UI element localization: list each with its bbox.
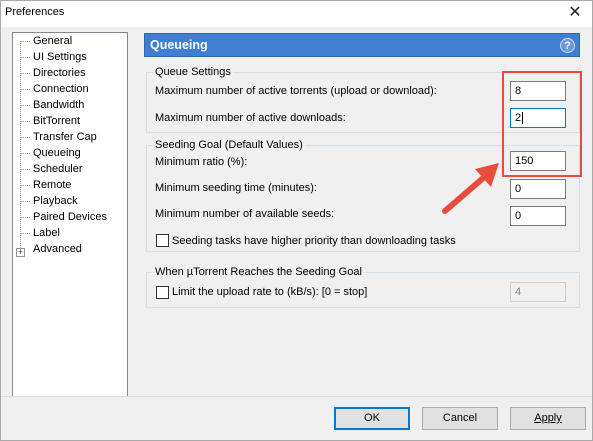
limit-upload-checkbox[interactable] [156, 286, 169, 299]
highlight-box [502, 71, 582, 177]
max-active-downloads-label: Maximum number of active downloads: [155, 112, 346, 124]
tree-connector [21, 233, 30, 234]
limit-upload-label[interactable]: Limit the upload rate to (kB/s): [0 = st… [172, 286, 367, 298]
min-ratio-label: Minimum ratio (%): [155, 156, 248, 168]
window-title: Preferences [5, 6, 65, 18]
sidebar-item-bandwidth[interactable]: Bandwidth [32, 98, 85, 113]
tree-connector [21, 121, 30, 122]
sidebar-item-label[interactable]: Label [32, 226, 61, 241]
close-icon[interactable]: ✕ [564, 2, 586, 24]
priority-checkbox[interactable] [156, 234, 169, 247]
tree-connector [21, 201, 30, 202]
reached-goal-legend: When µTorrent Reaches the Seeding Goal [153, 266, 364, 278]
sidebar-item-directories[interactable]: Directories [32, 66, 87, 81]
sidebar-item-paired-devices[interactable]: Paired Devices [32, 210, 108, 225]
apply-button[interactable]: Apply [510, 407, 586, 430]
tree-connector [21, 153, 30, 154]
limit-upload-input[interactable]: 4 [510, 282, 566, 302]
tree-connector [21, 185, 30, 186]
queue-settings-legend: Queue Settings [153, 66, 233, 78]
cancel-button[interactable]: Cancel [422, 407, 498, 430]
min-seeds-input[interactable]: 0 [510, 206, 566, 226]
sidebar-item-remote[interactable]: Remote [32, 178, 73, 193]
tree-connector [21, 217, 30, 218]
category-tree[interactable]: General UI Settings Directories Connecti… [12, 32, 128, 423]
tree-connector [21, 73, 30, 74]
min-seeds-label: Minimum number of available seeds: [155, 208, 335, 220]
tree-connector [21, 41, 30, 42]
tree-connector [21, 89, 30, 90]
apply-button-label: Apply [534, 412, 562, 424]
panel-header: Queueing ? [144, 33, 580, 57]
preferences-window: Preferences ✕ General UI Settings Direct… [0, 0, 593, 441]
sidebar-item-advanced[interactable]: Advanced [32, 242, 83, 257]
max-active-torrents-label: Maximum number of active torrents (uploa… [155, 85, 437, 97]
priority-checkbox-label[interactable]: Seeding tasks have higher priority than … [172, 235, 456, 247]
title-bar: Preferences ✕ [1, 1, 592, 27]
page-title: Queueing [150, 38, 208, 52]
sidebar-item-general[interactable]: General [32, 34, 73, 49]
min-seed-time-input[interactable]: 0 [510, 179, 566, 199]
sidebar-item-connection[interactable]: Connection [32, 82, 90, 97]
expand-icon[interactable]: + [16, 248, 25, 257]
arrow-icon [442, 163, 499, 214]
sidebar-item-bittorrent[interactable]: BitTorrent [32, 114, 81, 129]
seeding-goal-legend: Seeding Goal (Default Values) [153, 139, 305, 151]
tree-connector [21, 137, 30, 138]
sidebar-item-scheduler[interactable]: Scheduler [32, 162, 84, 177]
min-seed-time-label: Minimum seeding time (minutes): [155, 182, 317, 194]
tree-connector [21, 169, 30, 170]
sidebar-item-ui-settings[interactable]: UI Settings [32, 50, 88, 65]
tree-connector [21, 57, 30, 58]
sidebar-item-playback[interactable]: Playback [32, 194, 79, 209]
ok-button[interactable]: OK [334, 407, 410, 430]
sidebar-item-transfer-cap[interactable]: Transfer Cap [32, 130, 98, 145]
button-bar [1, 396, 592, 440]
sidebar-item-queueing[interactable]: Queueing [32, 146, 82, 161]
help-icon[interactable]: ? [560, 38, 575, 53]
tree-connector [21, 105, 30, 106]
